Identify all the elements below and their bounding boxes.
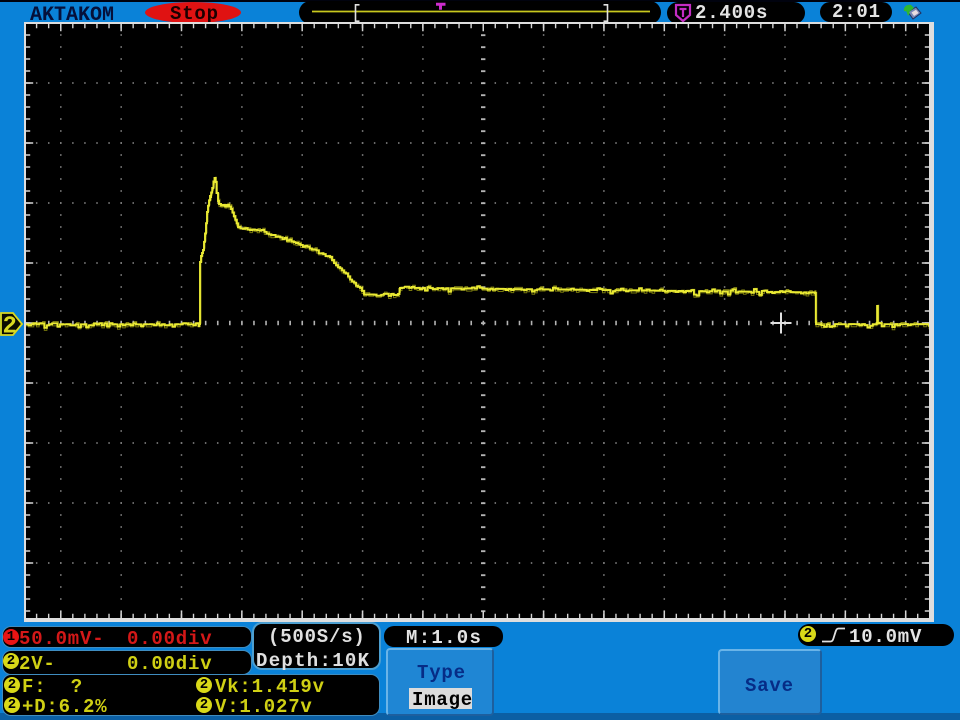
svg-text:2: 2: [3, 314, 17, 338]
